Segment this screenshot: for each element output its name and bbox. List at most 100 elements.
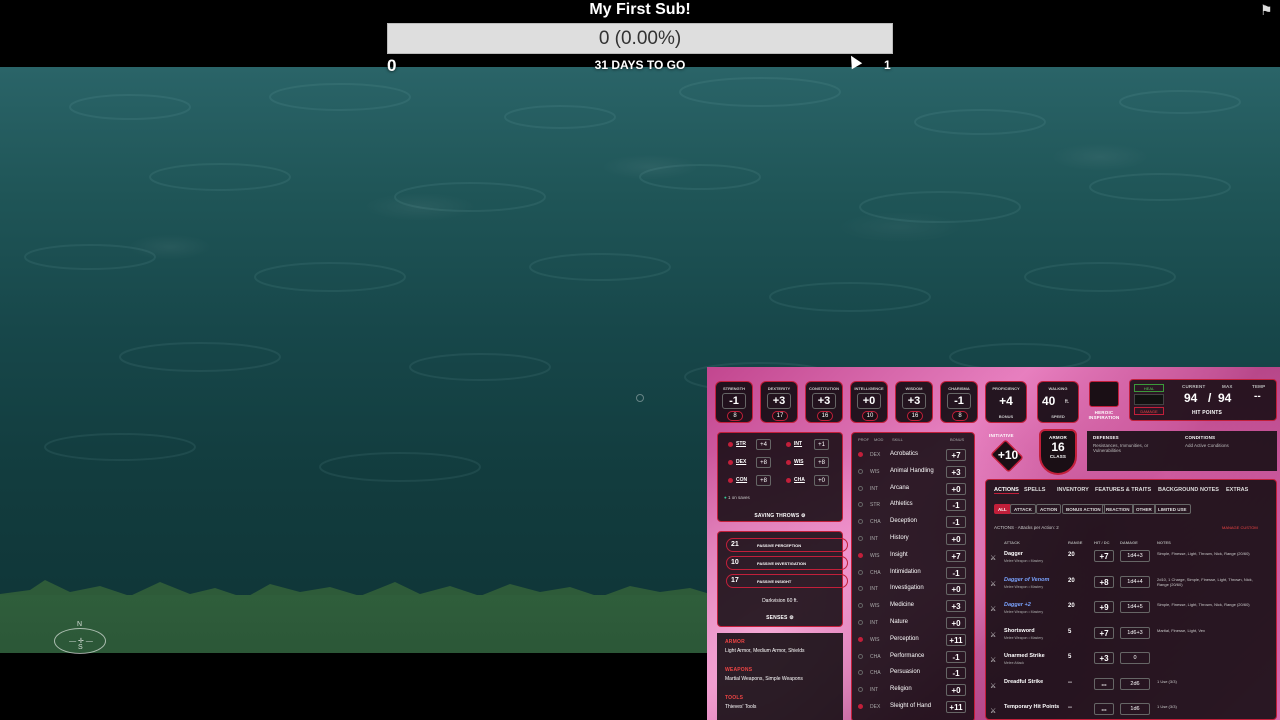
attack-name[interactable]: Dagger of Venom — [1004, 577, 1049, 583]
defenses-text[interactable]: Resistances, Immunities, or Vulnerabilit… — [1093, 443, 1173, 453]
tab-actions[interactable]: ACTIONS — [994, 487, 1019, 494]
attack-row[interactable]: ⚔ Shortsword Melee Weapon • Mastery 5 +7 1d6+… — [990, 625, 1260, 650]
filter-other[interactable]: OTHER — [1132, 504, 1156, 514]
save-value: +4 — [756, 439, 771, 450]
proficiency-value: +4 — [999, 394, 1013, 408]
attack-damage[interactable]: 1d4+4 — [1120, 575, 1150, 588]
passive-2: 17 PASSIVE INSIGHT — [726, 574, 848, 588]
skill-medicine[interactable]: WIS Medicine +3 — [852, 598, 970, 615]
skill-athletics[interactable]: STR Athletics -1 — [852, 497, 970, 514]
skill-animal-handling[interactable]: WIS Animal Handling +3 — [852, 464, 970, 481]
attack-hit[interactable]: +8 — [1094, 575, 1114, 588]
goal-progress-bar: 0 (0.00%) — [387, 23, 893, 54]
attack-name[interactable]: Dagger — [1004, 551, 1023, 557]
tab-spells[interactable]: SPELLS — [1024, 487, 1045, 493]
manage-custom[interactable]: MANAGE CUSTOM — [1222, 525, 1258, 530]
skill-acrobatics[interactable]: DEX Acrobatics +7 — [852, 447, 970, 464]
skill-perception[interactable]: WIS Perception +11 — [852, 632, 970, 649]
skill-deception[interactable]: CHA Deception -1 — [852, 514, 970, 531]
attack-damage[interactable]: 1d4+3 — [1120, 550, 1150, 562]
ability-dexterity[interactable]: DEXTERITY +3 17 — [760, 381, 798, 423]
save-cha[interactable]: CHA +0 — [782, 475, 830, 488]
ability-intelligence[interactable]: INTELLIGENCE +0 10 — [850, 381, 888, 423]
attack-damage[interactable]: 1d4+5 — [1120, 601, 1150, 613]
attack-damage[interactable]: 0 — [1120, 652, 1150, 664]
ability-constitution[interactable]: CONSTITUTION +3 16 — [805, 381, 843, 423]
attack-name[interactable]: Unarmed Strike — [1004, 653, 1045, 659]
attack-damage[interactable]: 1d6 — [1120, 703, 1150, 715]
hp-temp[interactable]: -- — [1254, 391, 1261, 402]
attack-hit[interactable]: -- — [1094, 703, 1114, 715]
filter-action[interactable]: ACTION — [1036, 504, 1062, 514]
filter-bonus-action[interactable]: BONUS ACTION — [1062, 504, 1105, 514]
skill-performance[interactable]: CHA Performance -1 — [852, 649, 970, 666]
filter-attack[interactable]: ATTACK — [1010, 504, 1036, 514]
hit-points-panel: HEAL DAMAGE CURRENT MAX TEMP 94 / 94 -- … — [1129, 379, 1277, 421]
hp-current[interactable]: 94 — [1184, 391, 1197, 405]
attack-name[interactable]: Shortsword — [1004, 628, 1035, 634]
inspiration-box[interactable] — [1089, 381, 1119, 407]
passive-value: 17 — [731, 577, 739, 584]
ability-wisdom[interactable]: WISDOM +3 16 — [895, 381, 933, 423]
attack-range: -- — [1068, 679, 1072, 686]
skill-persuasion[interactable]: CHA Persuasion -1 — [852, 665, 970, 682]
filter-all[interactable]: ALL — [994, 504, 1011, 514]
attack-name[interactable]: Dreadful Strike — [1004, 679, 1043, 685]
initiative[interactable]: INITIATIVE +10 — [987, 433, 1031, 475]
skill-bonus: +0 — [946, 617, 966, 629]
tab-notes[interactable]: NOTES — [1200, 487, 1219, 493]
hp-amount-input[interactable] — [1134, 394, 1164, 405]
tab-background[interactable]: BACKGROUND — [1158, 487, 1198, 493]
flag-icon[interactable]: ⚑ — [1260, 2, 1273, 19]
skill-history[interactable]: INT History +0 — [852, 531, 970, 548]
gear-icon[interactable]: ⚙ — [789, 615, 794, 621]
damage-button[interactable]: DAMAGE — [1134, 407, 1164, 415]
armor-class[interactable]: ARMOR 16 CLASS — [1039, 429, 1077, 475]
attack-row[interactable]: ⚔ Dagger +2 Melee Weapon • Mastery 20 +9 1d4+… — [990, 599, 1260, 624]
attack-row[interactable]: ⚔ Temporary Hit Points -- -- 1d6 1 Use (3/3) — [990, 701, 1260, 720]
ability-strength[interactable]: STRENGTH -1 8 — [715, 381, 753, 423]
save-str[interactable]: STR +4 — [724, 439, 772, 452]
skill-religion[interactable]: INT Religion +0 — [852, 682, 970, 699]
filter-limited-use[interactable]: LIMITED USE — [1154, 504, 1191, 514]
tab-inventory[interactable]: INVENTORY — [1057, 487, 1089, 493]
save-dex[interactable]: DEX +8 — [724, 457, 772, 470]
skill-nature[interactable]: INT Nature +0 — [852, 615, 970, 632]
heroic-inspiration[interactable]: HEROIC INSPIRATION — [1087, 381, 1121, 423]
attack-name[interactable]: Dagger +2 — [1004, 602, 1031, 608]
save-int[interactable]: INT +1 — [782, 439, 830, 452]
attack-row[interactable]: ⚔ Unarmed Strike Melee Attack 5 +3 0 — [990, 650, 1260, 675]
tab-features-traits[interactable]: FEATURES & TRAITS — [1095, 487, 1151, 493]
attack-damage[interactable]: 1d6+3 — [1120, 626, 1150, 639]
attack-hit[interactable]: +7 — [1094, 550, 1114, 562]
attack-hit[interactable]: -- — [1094, 677, 1114, 690]
skill-intimidation[interactable]: CHA Intimidation -1 — [852, 565, 970, 582]
save-value: +8 — [756, 457, 771, 468]
skill-ability: WIS — [870, 552, 880, 559]
attack-hit[interactable]: +3 — [1094, 652, 1114, 664]
passive-0: 21 PASSIVE PERCEPTION — [726, 538, 848, 552]
save-name: WIS — [794, 459, 804, 465]
hp-separator: / — [1208, 391, 1212, 405]
save-con[interactable]: CON +8 — [724, 475, 772, 488]
save-wis[interactable]: WIS +8 — [782, 457, 830, 470]
skill-insight[interactable]: WIS Insight +7 — [852, 548, 970, 565]
attack-name[interactable]: Temporary Hit Points — [1004, 704, 1059, 710]
heal-button[interactable]: HEAL — [1134, 384, 1164, 392]
attack-hit[interactable]: +9 — [1094, 601, 1114, 613]
ability-charisma[interactable]: CHARISMA -1 8 — [940, 381, 978, 423]
skill-ability: INT — [870, 485, 879, 492]
skill-arcana[interactable]: INT Arcana +0 — [852, 481, 970, 498]
action-filter-tabs: ALL ATTACK ACTION BONUS ACTION REACTION OTHER… — [994, 504, 1274, 516]
attack-row[interactable]: ⚔ Dagger of Venom Melee Weapon • Mastery 20… — [990, 574, 1260, 599]
conditions-text[interactable]: Add Active Conditions — [1185, 443, 1229, 448]
tab-extras[interactable]: EXTRAS — [1226, 487, 1248, 493]
filter-reaction[interactable]: REACTION — [1102, 504, 1134, 514]
attack-row[interactable]: ⚔ Dreadful Strike -- -- 2d6 1 Use (3/3) — [990, 676, 1260, 701]
attack-hit[interactable]: +7 — [1094, 626, 1114, 639]
attack-row[interactable]: ⚔ Dagger Melee Weapon • Mastery 20 +7 1d4+3 Si… — [990, 548, 1260, 573]
attack-damage[interactable]: 2d6 — [1120, 677, 1150, 690]
skill-investigation[interactable]: INT Investigation +0 — [852, 581, 970, 598]
skill-sleight-of-hand[interactable]: DEX Sleight of Hand +11 — [852, 699, 970, 716]
gear-icon[interactable]: ⚙ — [801, 513, 806, 519]
